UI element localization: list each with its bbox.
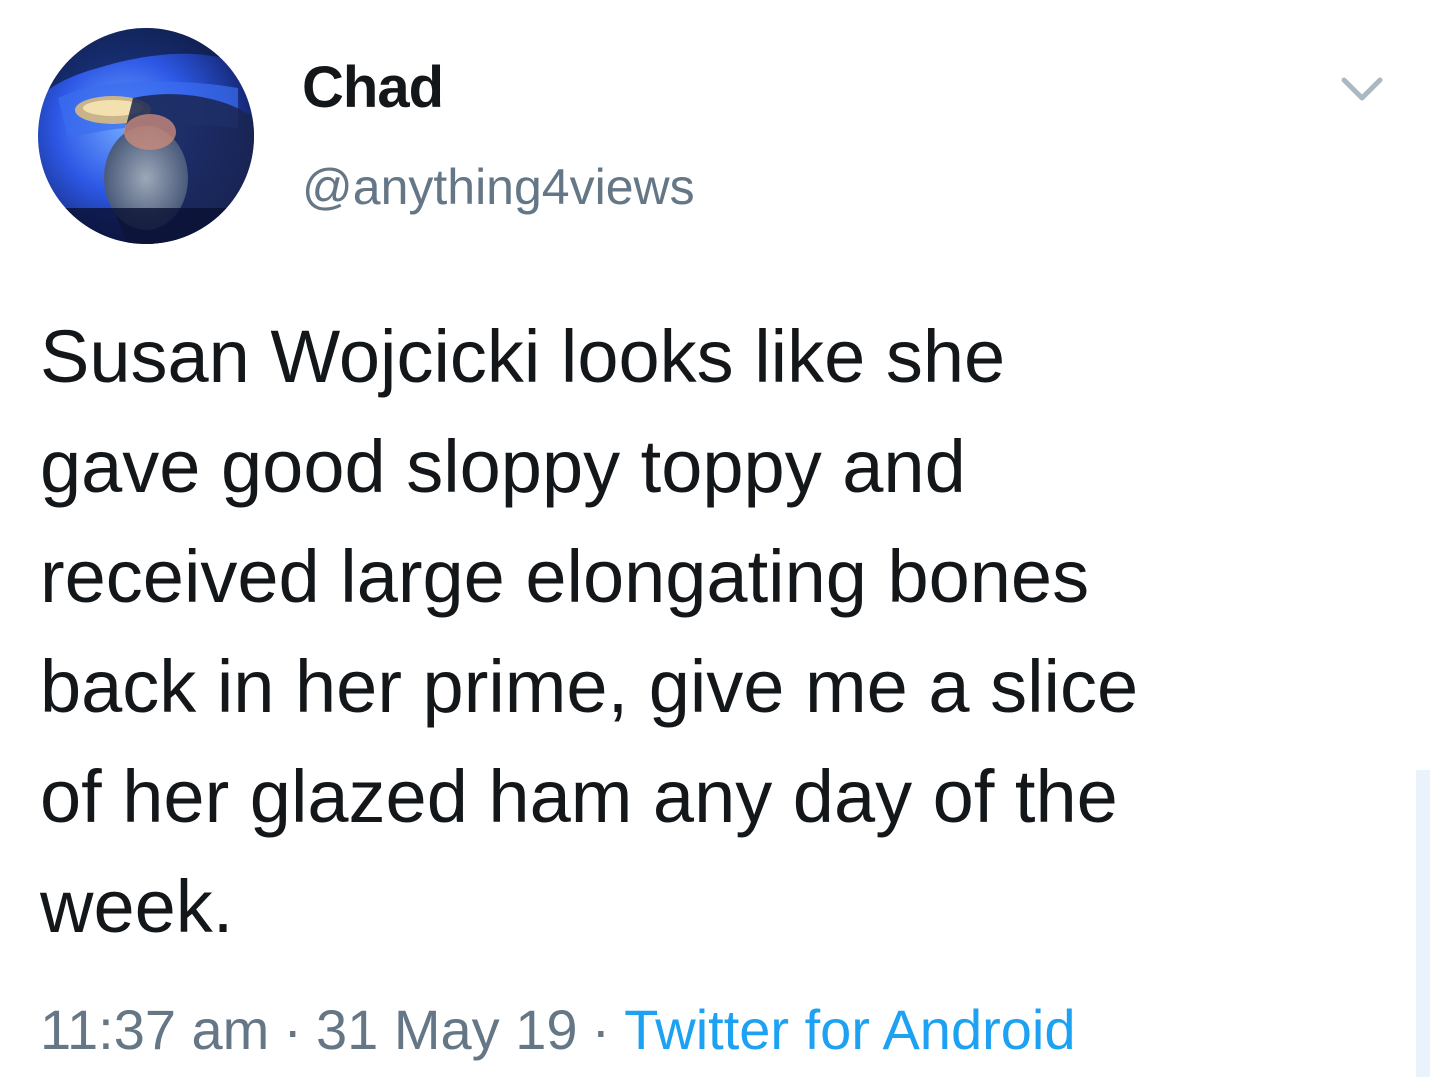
scrollbar[interactable] xyxy=(1416,770,1430,1077)
avatar-image xyxy=(38,28,254,244)
user-handle[interactable]: @anything4views xyxy=(302,151,695,223)
meta-separator: · xyxy=(591,998,611,1061)
avatar[interactable] xyxy=(38,28,254,244)
tweet-meta: 11:37 am · 31 May 19 · Twitter for Android xyxy=(40,994,1075,1066)
meta-separator: · xyxy=(283,998,302,1061)
tweet-text: Susan Wojcicki looks like she gave good … xyxy=(40,315,1139,948)
tweet-date: 31 May 19 xyxy=(316,998,578,1061)
display-name[interactable]: Chad xyxy=(302,52,444,124)
tweet-source-link[interactable]: Twitter for Android xyxy=(624,998,1075,1061)
tweet: Chad @anything4views Susan Wojcicki look… xyxy=(0,0,1430,1077)
tweet-time: 11:37 am xyxy=(40,998,270,1061)
chevron-down-icon[interactable] xyxy=(1338,66,1386,114)
